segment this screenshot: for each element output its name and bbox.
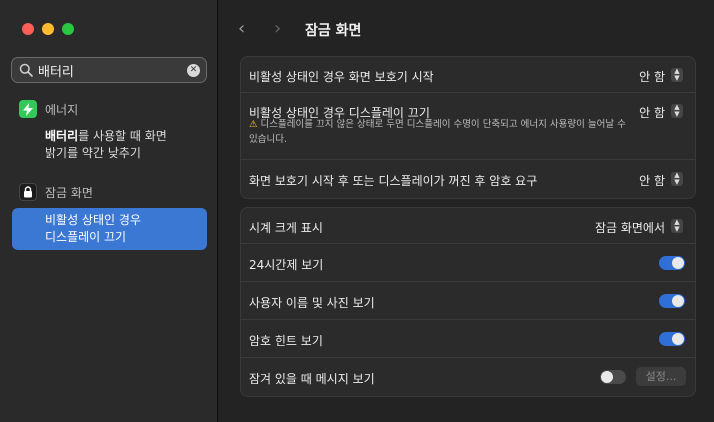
password-hint-row: 암호 힌트 보기 — [241, 320, 695, 358]
search-icon — [19, 63, 33, 77]
show-user-row: 사용자 이름 및 사진 보기 — [241, 282, 695, 320]
warning-message: ⚠ 디스플레이를 끄지 않은 상태로 두면 디스플레이 수명이 단축되고 에너지 … — [249, 117, 629, 147]
locked-message-row: 잠겨 있을 때 메시지 보기 설정... — [241, 358, 695, 396]
24-hour-row: 24시간제 보기 — [241, 244, 695, 282]
display-settings-group: 비활성 상태인 경우 화면 보호기 시작 안 함 ▲ ▼ 비활성 상태인 경우 디… — [240, 56, 696, 199]
row-label: 시계 크게 표시 — [249, 221, 323, 235]
chevron-updown-icon[interactable]: ▲ ▼ — [671, 219, 683, 233]
forward-button[interactable]: › — [274, 18, 281, 39]
row-label: 사용자 이름 및 사진 보기 — [249, 296, 375, 310]
sidebar-section-energy[interactable]: 에너지 — [19, 100, 78, 118]
chevron-updown-icon[interactable]: ▲ ▼ — [671, 172, 683, 186]
screensaver-select[interactable]: 안 함 — [639, 68, 665, 85]
large-clock-row: 시계 크게 표시 잠금 화면에서 ▲ ▼ — [241, 208, 695, 244]
sidebar-section-lock-screen[interactable]: 잠금 화면 — [19, 183, 93, 201]
show-user-toggle[interactable] — [659, 294, 685, 308]
search-field[interactable]: ✕ — [11, 57, 207, 83]
row-label: 24시간제 보기 — [249, 258, 324, 272]
back-button[interactable]: ‹ — [238, 18, 245, 39]
password-require-row: 화면 보호기 시작 후 또는 디스플레이가 꺼진 후 암호 요구 안 함 ▲ ▼ — [241, 160, 695, 198]
sidebar-result-text: 디스플레이 끄기 — [45, 230, 127, 244]
large-clock-select[interactable]: 잠금 화면에서 — [595, 219, 665, 236]
sidebar-result-display-off[interactable]: 비활성 상태인 경우 디스플레이 끄기 — [12, 208, 207, 250]
lock-icon — [19, 183, 37, 201]
lock-screen-options-group: 시계 크게 표시 잠금 화면에서 ▲ ▼ 24시간제 보기 사용자 이름 및 사진… — [240, 207, 696, 397]
row-label: 암호 힌트 보기 — [249, 334, 323, 348]
chevron-updown-icon[interactable]: ▲ ▼ — [671, 68, 683, 82]
password-require-select[interactable]: 안 함 — [639, 172, 665, 189]
sidebar-result-text: 비활성 상태인 경우 — [45, 213, 141, 227]
main-pane: ‹ › 잠금 화면 비활성 상태인 경우 화면 보호기 시작 안 함 ▲ ▼ 비활… — [218, 0, 714, 422]
24-hour-toggle[interactable] — [659, 256, 685, 270]
close-window-button[interactable] — [22, 23, 34, 35]
row-label: 비활성 상태인 경우 화면 보호기 시작 — [249, 70, 434, 84]
bolt-icon — [19, 100, 37, 118]
sidebar-result-text: 를 사용할 때 화면 — [78, 129, 167, 143]
warning-icon: ⚠ — [249, 119, 258, 130]
sidebar-result-highlight: 배터리 — [45, 129, 79, 143]
locked-message-toggle[interactable] — [600, 370, 626, 384]
minimize-window-button[interactable] — [42, 23, 54, 35]
page-title: 잠금 화면 — [305, 23, 362, 39]
warning-text: 디스플레이를 끄지 않은 상태로 두면 디스플레이 수명이 단축되고 에너지 사… — [249, 119, 626, 145]
screensaver-row: 비활성 상태인 경우 화면 보호기 시작 안 함 ▲ ▼ — [241, 57, 695, 93]
display-off-select[interactable]: 안 함 — [639, 104, 665, 121]
sidebar-result-text: 밝기를 약간 낮추기 — [45, 146, 141, 160]
row-label: 화면 보호기 시작 후 또는 디스플레이가 꺼진 후 암호 요구 — [249, 174, 538, 188]
sidebar-section-label: 잠금 화면 — [45, 185, 93, 200]
display-off-row: 비활성 상태인 경우 디스플레이 끄기 안 함 ▲ ▼ ⚠ 디스플레이를 끄지 않은… — [241, 93, 695, 160]
chevron-updown-icon[interactable]: ▲ ▼ — [671, 104, 683, 118]
sidebar-section-label: 에너지 — [45, 102, 79, 117]
sidebar: ✕ 에너지 배터리를 사용할 때 화면 밝기를 약간 낮추기 잠금 화면 비활성… — [0, 0, 218, 422]
clear-search-icon[interactable]: ✕ — [187, 64, 200, 77]
row-label: 잠겨 있을 때 메시지 보기 — [249, 372, 375, 386]
settings-window: ✕ 에너지 배터리를 사용할 때 화면 밝기를 약간 낮추기 잠금 화면 비활성… — [0, 0, 714, 422]
search-input[interactable] — [38, 61, 188, 79]
zoom-window-button[interactable] — [62, 23, 74, 35]
sidebar-result-battery-brightness[interactable]: 배터리를 사용할 때 화면 밝기를 약간 낮추기 — [12, 124, 207, 166]
message-settings-button[interactable]: 설정... — [636, 367, 686, 386]
password-hint-toggle[interactable] — [659, 332, 685, 346]
